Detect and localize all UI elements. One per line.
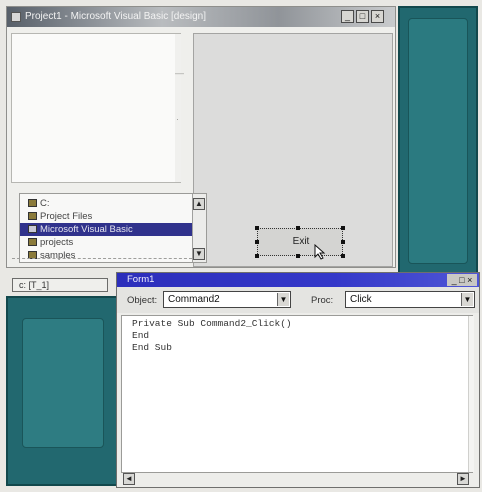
teal-decor-inner (408, 18, 468, 264)
drive-select[interactable]: c: [T_1] (12, 278, 108, 292)
list-item[interactable]: projects (20, 236, 192, 249)
code-line: End (132, 330, 150, 341)
list-item-label: projects (40, 237, 74, 248)
vb-main-window: Project1 - Microsoft Visual Basic [desig… (6, 6, 396, 268)
resize-handle[interactable] (341, 254, 345, 258)
horizontal-scrollbar[interactable]: ◄ ► (121, 473, 473, 485)
list-item[interactable]: C: (20, 197, 192, 210)
mouse-pointer-icon (314, 244, 326, 260)
scroll-right-button[interactable]: ► (457, 473, 469, 485)
proc-value: Click (350, 294, 372, 305)
code-window-controls[interactable]: _ □ × (447, 274, 477, 286)
object-dropdown[interactable]: Command2 ▼ (163, 291, 291, 308)
code-window-title: Form1 (127, 274, 155, 285)
pane-scrollbar[interactable]: — · (175, 34, 184, 182)
scroll-down-button[interactable]: ▼ (193, 248, 205, 260)
exit-button-label: Exit (292, 236, 310, 247)
resize-handle[interactable] (296, 226, 300, 230)
teal-decor-inner (22, 318, 104, 448)
list-item-label: Microsoft Visual Basic (40, 224, 133, 235)
main-title-bar[interactable]: Project1 - Microsoft Visual Basic [desig… (7, 7, 395, 27)
list-scrollbar[interactable]: ▲ ▼ (192, 194, 206, 262)
code-editor[interactable]: Private Sub Command2_Click() End End Sub (121, 315, 474, 473)
resize-handle[interactable] (296, 254, 300, 258)
teal-decor-panel (398, 6, 478, 278)
list-item-label: C: (40, 198, 50, 209)
form-designer[interactable]: Exit (193, 33, 393, 267)
proc-dropdown[interactable]: Click ▼ (345, 291, 475, 308)
scroll-up-button[interactable]: ▲ (193, 198, 205, 210)
main-window-title: Project1 - Microsoft Visual Basic [desig… (25, 11, 207, 22)
scroll-left-button[interactable]: ◄ (123, 473, 135, 485)
close-button[interactable]: × (371, 10, 384, 23)
code-line: End Sub (132, 342, 172, 353)
object-value: Command2 (168, 294, 220, 305)
scroll-mark: — (175, 68, 184, 78)
dropdown-arrow-icon[interactable]: ▼ (461, 293, 473, 306)
folder-icon (28, 238, 37, 246)
code-line: Private Sub Command2_Click() (132, 318, 292, 329)
resize-handle[interactable] (255, 240, 259, 244)
resize-handle[interactable] (255, 254, 259, 258)
dropdown-bar: Object: Command2 ▼ Proc: Click ▼ (117, 287, 479, 313)
minimize-button[interactable]: _ (341, 10, 354, 23)
immediate-pane[interactable]: — · (11, 33, 184, 183)
divider (12, 258, 192, 264)
resize-handle[interactable] (255, 226, 259, 230)
exit-command-button[interactable]: Exit (257, 228, 343, 256)
list-item-selected[interactable]: Microsoft Visual Basic (20, 223, 192, 236)
drive-value: c: [T_1] (19, 280, 50, 290)
editor-scrollbar[interactable] (468, 316, 474, 472)
resize-handle[interactable] (341, 240, 345, 244)
object-label: Object: (127, 295, 158, 306)
dropdown-arrow-icon[interactable]: ▼ (277, 293, 289, 306)
folder-icon (28, 212, 37, 220)
proc-label: Proc: (311, 295, 334, 306)
teal-decor-panel (6, 296, 122, 486)
maximize-button[interactable]: □ (356, 10, 369, 23)
code-window: Form1 _ □ × Object: Command2 ▼ Proc: Cli… (116, 272, 480, 488)
vb-app-icon (11, 12, 21, 22)
directory-list[interactable]: C: Project Files Microsoft Visual Basic … (19, 193, 207, 263)
folder-open-icon (28, 225, 37, 233)
list-item-label: Project Files (40, 211, 93, 222)
code-title-bar[interactable]: Form1 (117, 273, 479, 287)
scroll-mark: · (176, 114, 179, 124)
list-item[interactable]: Project Files (20, 210, 192, 223)
resize-handle[interactable] (341, 226, 345, 230)
folder-icon (28, 199, 37, 207)
